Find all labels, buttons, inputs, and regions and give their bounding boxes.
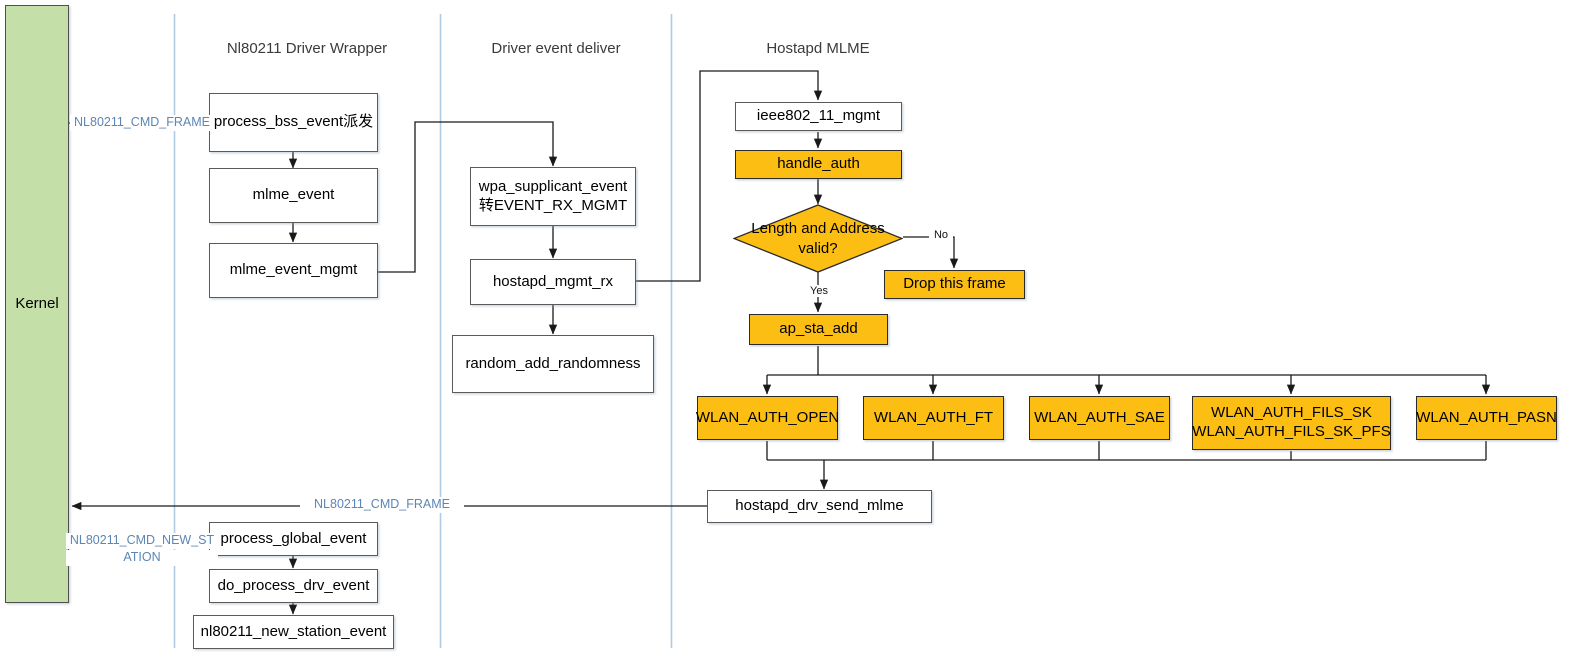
node-hostapd-mgmt-rx[interactable]: hostapd_mgmt_rx <box>470 259 636 305</box>
edge-label-cmd-new-station-line1: NL80211_CMD_NEW_ST <box>66 533 218 549</box>
node-wlan-auth-pasn-label: WLAN_AUTH_PASN <box>1416 408 1557 426</box>
node-wlan-auth-ft-label: WLAN_AUTH_FT <box>873 408 994 426</box>
edge-label-cmd-frame-out: NL80211_CMD_FRAME <box>300 497 464 513</box>
node-hostapd-drv-send-mlme-label: hostapd_drv_send_mlme <box>735 497 904 515</box>
edge-label-cmd-new-station-line2: ATION <box>66 550 218 566</box>
node-ap-sta-add[interactable]: ap_sta_add <box>749 314 888 345</box>
node-ieee802-11-mgmt-label: ieee802_11_mgmt <box>756 107 881 125</box>
node-mlme-event-label: mlme_event <box>252 186 335 204</box>
node-wlan-auth-sae[interactable]: WLAN_AUTH_SAE <box>1029 396 1170 440</box>
node-wpa-supplicant-event-label-line2: 转EVENT_RX_MGMT <box>478 196 628 214</box>
node-kernel-label: Kernel <box>15 295 59 312</box>
node-length-address-valid-label: Length and Address valid? <box>751 220 885 257</box>
node-ap-sta-add-label: ap_sta_add <box>779 320 858 338</box>
node-process-bss-event[interactable]: process_bss_event派发 <box>209 93 378 152</box>
node-wlan-auth-open-label: WLAN_AUTH_OPEN <box>695 408 840 426</box>
node-mlme-event-mgmt[interactable]: mlme_event_mgmt <box>209 243 378 298</box>
node-random-add-randomness[interactable]: random_add_randomness <box>452 335 654 393</box>
node-handle-auth-label: handle_auth <box>777 155 860 173</box>
node-ieee802-11-mgmt[interactable]: ieee802_11_mgmt <box>735 102 902 131</box>
node-mlme-event[interactable]: mlme_event <box>209 168 378 223</box>
node-wlan-auth-fils-sk-label: WLAN_AUTH_FILS_SK <box>1211 404 1372 422</box>
decision-label-no: No <box>929 229 953 241</box>
node-length-address-valid[interactable]: Length and Address valid? <box>732 204 904 273</box>
node-hostapd-drv-send-mlme[interactable]: hostapd_drv_send_mlme <box>707 490 932 523</box>
lane-title-driver-event-deliver: Driver event deliver <box>491 40 621 57</box>
lane-title-nl80211-driver-wrapper: Nl80211 Driver Wrapper <box>226 40 388 57</box>
node-process-global-event[interactable]: process_global_event <box>209 522 378 556</box>
node-drop-this-frame-label: Drop this frame <box>903 275 1006 293</box>
lane-title-hostapd-mlme: Hostapd MLME <box>766 40 870 57</box>
node-wlan-auth-ft[interactable]: WLAN_AUTH_FT <box>863 396 1004 440</box>
node-do-process-drv-event-label: do_process_drv_event <box>217 576 370 594</box>
node-wlan-auth-open[interactable]: WLAN_AUTH_OPEN <box>695 396 840 440</box>
node-mlme-event-mgmt-label: mlme_event_mgmt <box>229 261 358 279</box>
node-hostapd-mgmt-rx-label: hostapd_mgmt_rx <box>492 272 614 290</box>
edge-label-cmd-frame-in: NL80211_CMD_FRAME <box>70 115 214 131</box>
node-process-bss-event-label: process_bss_event派发 <box>213 113 374 131</box>
node-wlan-auth-fils-sk[interactable]: WLAN_AUTH_FILS_SK WLAN_AUTH_FILS_SK_PFS <box>1192 396 1391 450</box>
node-nl80211-new-station-event-label: nl80211_new_station_event <box>200 622 387 640</box>
flowchart-canvas: Nl80211 Driver Wrapper Driver event deli… <box>0 0 1582 662</box>
node-drop-this-frame[interactable]: Drop this frame <box>884 270 1025 299</box>
node-random-add-randomness-label: random_add_randomness <box>465 354 641 372</box>
node-nl80211-new-station-event[interactable]: nl80211_new_station_event <box>193 615 394 649</box>
node-handle-auth[interactable]: handle_auth <box>735 150 902 179</box>
node-kernel[interactable]: Kernel <box>5 5 69 603</box>
decision-label-yes: Yes <box>805 285 833 297</box>
node-do-process-drv-event[interactable]: do_process_drv_event <box>209 569 378 603</box>
node-process-global-event-label: process_global_event <box>220 529 367 547</box>
node-wlan-auth-fils-sk-pfs-label: WLAN_AUTH_FILS_SK_PFS <box>1192 423 1391 440</box>
node-wpa-supplicant-event[interactable]: wpa_supplicant_event 转EVENT_RX_MGMT <box>470 167 636 226</box>
node-wlan-auth-sae-label: WLAN_AUTH_SAE <box>1034 408 1165 426</box>
node-wpa-supplicant-event-label-line1: wpa_supplicant_event <box>478 177 628 195</box>
node-wlan-auth-pasn[interactable]: WLAN_AUTH_PASN <box>1416 396 1557 440</box>
